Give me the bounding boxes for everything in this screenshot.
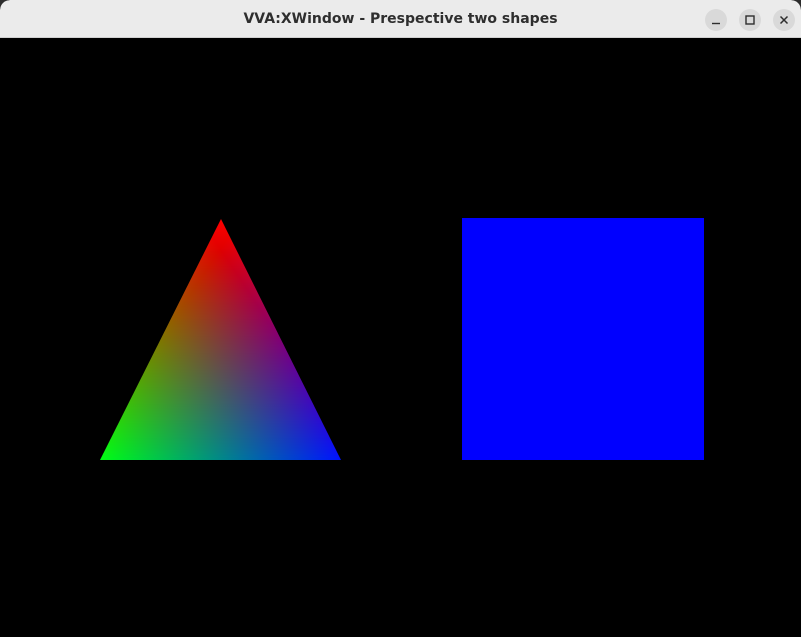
scene-svg bbox=[100, 218, 704, 460]
minimize-button[interactable] bbox=[705, 9, 727, 31]
color-triangle bbox=[100, 219, 341, 460]
title-bar[interactable]: VVA:XWindow - Prespective two shapes bbox=[0, 0, 801, 38]
close-button[interactable] bbox=[773, 9, 795, 31]
maximize-button[interactable] bbox=[739, 9, 761, 31]
blue-square bbox=[462, 218, 704, 460]
maximize-icon bbox=[745, 15, 755, 25]
app-window: VVA:XWindow - Prespective two shapes bbox=[0, 0, 801, 637]
minimize-icon bbox=[712, 22, 720, 25]
render-canvas[interactable] bbox=[0, 39, 801, 637]
window-title: VVA:XWindow - Prespective two shapes bbox=[243, 11, 558, 27]
close-icon bbox=[779, 15, 789, 25]
